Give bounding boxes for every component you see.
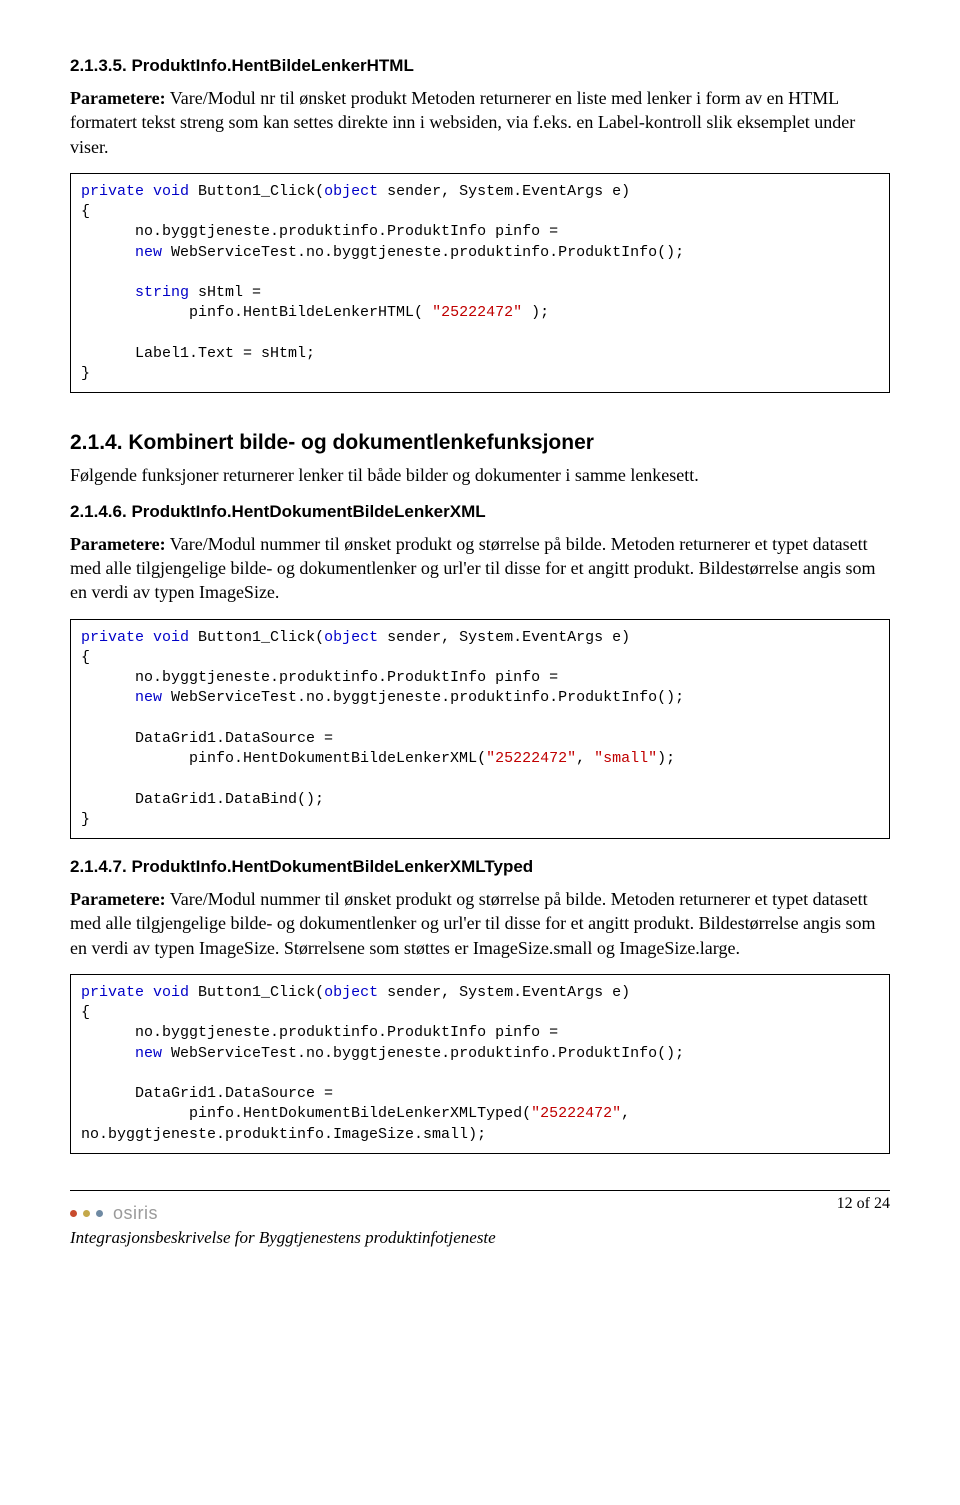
code-text: Button1_Click( xyxy=(189,183,324,200)
code-block-1: private void Button1_Click(object sender… xyxy=(70,173,890,394)
code-text: , xyxy=(621,1105,639,1122)
logo-dot-icon xyxy=(70,1210,77,1217)
kw-object: object xyxy=(324,183,378,200)
kw-private: private xyxy=(81,629,144,646)
logo-dot-icon xyxy=(83,1210,90,1217)
footer-separator xyxy=(70,1190,890,1191)
code-text: WebServiceTest.no.byggtjeneste.produktin… xyxy=(162,689,684,706)
kw-private: private xyxy=(81,984,144,1001)
code-text: } xyxy=(81,365,90,382)
code-string: "small" xyxy=(594,750,657,767)
kw-new: new xyxy=(135,689,162,706)
page: 2.1.3.5. ProduktInfo.HentBildeLenkerHTML… xyxy=(0,0,960,1278)
code-text: DataGrid1.DataBind(); xyxy=(81,791,324,808)
para-2147: Parametere: Vare/Modul nummer til ønsket… xyxy=(70,887,890,960)
code-block-2: private void Button1_Click(object sender… xyxy=(70,619,890,840)
param-text: Vare/Modul nr til ønsket produkt Metoden… xyxy=(70,88,855,157)
logo-dot-icon xyxy=(96,1210,103,1217)
kw-private: private xyxy=(81,183,144,200)
param-text: Vare/Modul nummer til ønsket produkt og … xyxy=(70,889,876,958)
heading-num: 2.1.3.5. xyxy=(70,56,127,75)
kw-string: string xyxy=(135,284,189,301)
code-text: Button1_Click( xyxy=(189,984,324,1001)
code-text: { xyxy=(81,203,90,220)
code-text: no.byggtjeneste.produktinfo.ImageSize.sm… xyxy=(81,1126,486,1143)
heading-214: 2.1.4. Kombinert bilde- og dokumentlenke… xyxy=(70,431,890,455)
code-text: { xyxy=(81,1004,90,1021)
heading-num: 2.1.4. xyxy=(70,431,123,454)
footer-brand: osiris xyxy=(113,1203,158,1224)
heading-2147: 2.1.4.7. ProduktInfo.HentDokumentBildeLe… xyxy=(70,857,890,877)
code-text: DataGrid1.DataSource = xyxy=(81,730,342,747)
heading-title: Kombinert bilde- og dokumentlenkefunksjo… xyxy=(128,431,594,454)
param-label: Parametere: xyxy=(70,889,166,909)
para-text: Følgende funksjoner returnerer lenker ti… xyxy=(70,465,699,485)
code-text: pinfo.HentDokumentBildeLenkerXMLTyped( xyxy=(81,1105,531,1122)
code-text: no.byggtjeneste.produktinfo.ProduktInfo … xyxy=(81,669,567,686)
code-text: no.byggtjeneste.produktinfo.ProduktInfo … xyxy=(81,1024,567,1041)
code-string: "25222472" xyxy=(531,1105,621,1122)
code-text: } xyxy=(81,811,90,828)
para-2135: Parametere: Vare/Modul nr til ønsket pro… xyxy=(70,86,890,159)
code-text: sHtml = xyxy=(189,284,270,301)
footer-doc-title: Integrasjonsbeskrivelse for Byggtjeneste… xyxy=(70,1228,890,1248)
kw-void: void xyxy=(153,984,189,1001)
para-2146: Parametere: Vare/Modul nummer til ønsket… xyxy=(70,532,890,605)
page-footer: 12 of 24 osiris Integrasjonsbeskrivelse … xyxy=(70,1195,890,1248)
code-text: sender, System.EventArgs e) xyxy=(378,183,630,200)
code-text: DataGrid1.DataSource = xyxy=(81,1085,342,1102)
code-text: pinfo.HentBildeLenkerHTML( xyxy=(81,304,432,321)
kw-object: object xyxy=(324,984,378,1001)
heading-num: 2.1.4.6. xyxy=(70,502,127,521)
para-214: Følgende funksjoner returnerer lenker ti… xyxy=(70,463,890,487)
code-text: ); xyxy=(522,304,549,321)
code-text: { xyxy=(81,649,90,666)
code-text: , xyxy=(576,750,594,767)
code-text: ); xyxy=(657,750,675,767)
param-label: Parametere: xyxy=(70,88,166,108)
kw-new: new xyxy=(135,244,162,261)
page-number: 12 of 24 xyxy=(837,1195,890,1213)
heading-title: ProduktInfo.HentDokumentBildeLenkerXMLTy… xyxy=(131,857,533,876)
code-text: sender, System.EventArgs e) xyxy=(378,984,630,1001)
kw-void: void xyxy=(153,629,189,646)
footer-logo: osiris xyxy=(70,1203,890,1224)
code-text: no.byggtjeneste.produktinfo.ProduktInfo … xyxy=(81,223,567,240)
kw-void: void xyxy=(153,183,189,200)
param-label: Parametere: xyxy=(70,534,166,554)
param-text: Vare/Modul nummer til ønsket produkt og … xyxy=(70,534,876,603)
code-string: "25222472" xyxy=(486,750,576,767)
kw-new: new xyxy=(135,1045,162,1062)
heading-title: ProduktInfo.HentDokumentBildeLenkerXML xyxy=(131,502,485,521)
code-text: Button1_Click( xyxy=(189,629,324,646)
code-text: WebServiceTest.no.byggtjeneste.produktin… xyxy=(162,1045,684,1062)
heading-num: 2.1.4.7. xyxy=(70,857,127,876)
heading-2135: 2.1.3.5. ProduktInfo.HentBildeLenkerHTML xyxy=(70,56,890,76)
code-text: sender, System.EventArgs e) xyxy=(378,629,630,646)
code-text: Label1.Text = sHtml; xyxy=(81,345,315,362)
code-string: "25222472" xyxy=(432,304,522,321)
code-text: WebServiceTest.no.byggtjeneste.produktin… xyxy=(162,244,684,261)
code-block-3: private void Button1_Click(object sender… xyxy=(70,974,890,1154)
heading-2146: 2.1.4.6. ProduktInfo.HentDokumentBildeLe… xyxy=(70,502,890,522)
kw-object: object xyxy=(324,629,378,646)
code-text: pinfo.HentDokumentBildeLenkerXML( xyxy=(81,750,486,767)
heading-title: ProduktInfo.HentBildeLenkerHTML xyxy=(131,56,413,75)
